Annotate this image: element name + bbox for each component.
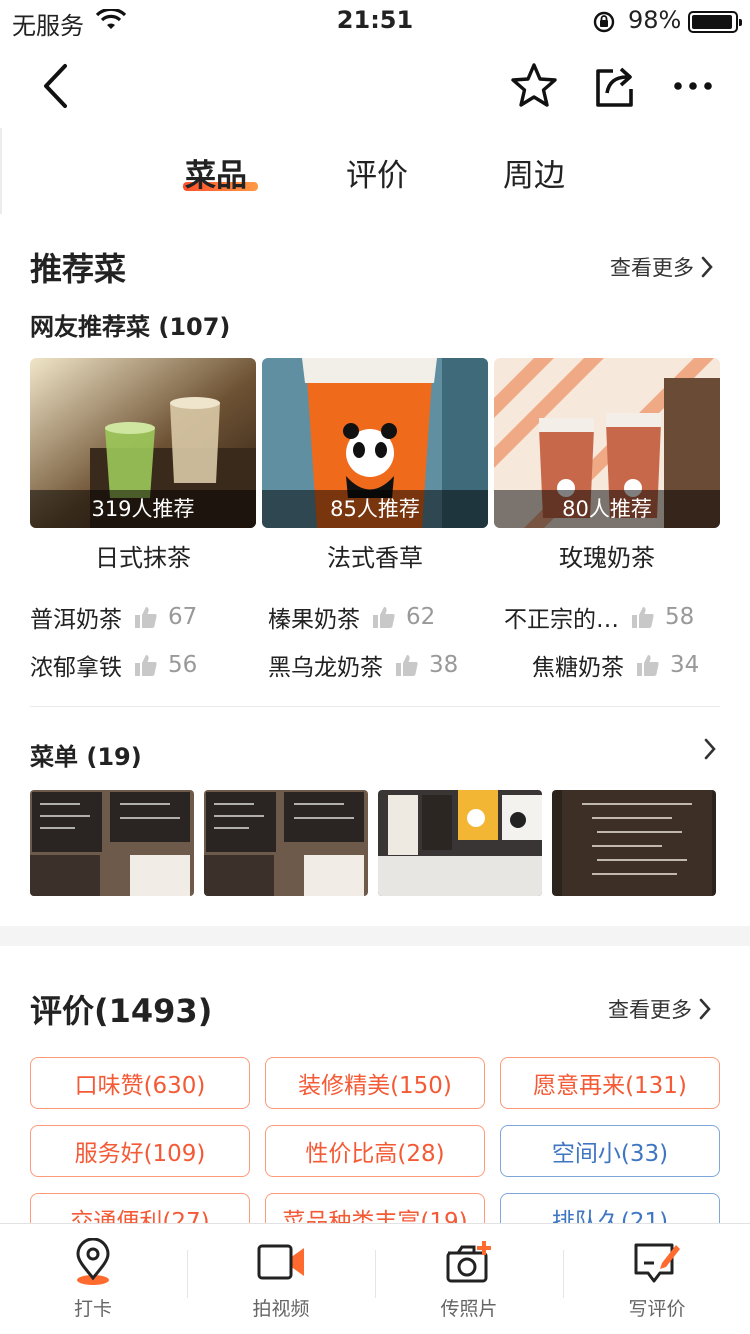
thumbs-up-icon (632, 607, 654, 628)
menu-chevron-right-icon[interactable] (703, 738, 717, 760)
ranked-dish-name: 榛果奶茶 (268, 607, 360, 633)
dish-name: 法式香草 (327, 544, 423, 572)
favorite-star-icon[interactable] (506, 58, 562, 114)
more-label: 查看更多 (610, 256, 694, 280)
more-options-icon[interactable] (665, 58, 721, 114)
dish-card[interactable]: 85人推荐 法式香草 (262, 358, 488, 572)
upload-photo-label: 传照片 (440, 1298, 498, 1320)
more-label: 查看更多 (608, 998, 692, 1022)
ranked-dish-name: 焦糖奶茶 (532, 655, 624, 681)
rotation-lock-icon (592, 10, 616, 38)
separator (375, 1250, 376, 1298)
like-count: 34 (670, 652, 700, 678)
ranked-dish-item[interactable]: 浓郁拿铁 56 (30, 648, 197, 682)
ranked-dish-name: 浓郁拿铁 (30, 655, 122, 681)
recommend-more-link[interactable]: 查看更多 (610, 252, 714, 282)
like-count: 38 (429, 652, 459, 678)
thumbs-up-icon (396, 655, 418, 676)
dish-card[interactable]: 80人推荐 玫瑰奶茶 (494, 358, 720, 572)
like-count: 67 (168, 604, 198, 630)
ranked-dish-name: 黑乌龙奶茶 (268, 655, 383, 681)
separator (563, 1250, 564, 1298)
ranked-dish-item[interactable]: 榛果奶茶 62 (268, 600, 435, 634)
thumbs-up-icon (135, 607, 157, 628)
menu-photo[interactable] (552, 790, 716, 896)
separator (187, 1250, 188, 1298)
section-tabs: 菜品 评价 周边 (0, 128, 750, 214)
review-tag[interactable]: 性价比高(28) (265, 1125, 485, 1177)
thumbs-up-icon (637, 655, 659, 676)
user-recommend-subtitle: 网友推荐菜 (107) (30, 313, 231, 341)
tab-reviews[interactable]: 评价 (346, 150, 408, 195)
location-pin-icon (18, 1238, 168, 1286)
battery-icon (688, 11, 742, 33)
menu-photo[interactable] (30, 790, 194, 896)
dish-name: 玫瑰奶茶 (559, 544, 655, 572)
dish-photo: 319人推荐 (30, 358, 256, 528)
dish-recommend-count: 319人推荐 (30, 490, 256, 528)
ranked-dish-name: 普洱奶茶 (30, 607, 122, 633)
top-nav (0, 50, 750, 122)
dish-recommend-count: 85人推荐 (262, 490, 488, 528)
review-tag[interactable]: 空间小(33) (500, 1125, 720, 1177)
review-tag[interactable]: 口味赞(630) (30, 1057, 250, 1109)
dish-photo: 85人推荐 (262, 358, 488, 528)
write-review-icon (582, 1238, 732, 1286)
thumbs-up-icon (373, 607, 395, 628)
write-review-button[interactable]: 写评价 (582, 1238, 732, 1321)
tab-nearby[interactable]: 周边 (503, 150, 565, 195)
camera-add-icon (394, 1238, 544, 1286)
menu-photo[interactable] (204, 790, 368, 896)
review-tag[interactable]: 愿意再来(131) (500, 1057, 720, 1109)
chevron-right-icon (699, 998, 711, 1020)
like-count: 58 (665, 604, 695, 630)
ranked-dish-item[interactable]: 焦糖奶茶 34 (532, 648, 699, 682)
tab-dishes[interactable]: 菜品 (185, 150, 247, 195)
video-camera-icon (206, 1238, 356, 1286)
write-review-label: 写评价 (628, 1298, 686, 1320)
review-tag[interactable]: 服务好(109) (30, 1125, 250, 1177)
like-count: 56 (168, 652, 198, 678)
shoot-video-label: 拍视频 (252, 1298, 310, 1320)
section-separator (0, 926, 750, 946)
checkin-button[interactable]: 打卡 (18, 1238, 168, 1321)
thumbs-up-icon (135, 655, 157, 676)
status-bar: 无服务 21:51 98% (0, 0, 750, 40)
back-icon[interactable] (28, 58, 84, 114)
battery-percent: 98% (628, 6, 682, 34)
ranked-dish-name: 不正宗的… (504, 607, 619, 633)
dish-card[interactable]: 319人推荐 日式抹茶 (30, 358, 256, 572)
reviews-more-link[interactable]: 查看更多 (608, 994, 712, 1024)
shoot-video-button[interactable]: 拍视频 (206, 1238, 356, 1321)
dish-recommend-count: 80人推荐 (494, 490, 720, 528)
review-tag[interactable]: 装修精美(150) (265, 1057, 485, 1109)
reviews-title: 评价(1493) (30, 992, 213, 1030)
ranked-dish-item[interactable]: 黑乌龙奶茶 38 (268, 648, 458, 682)
recommend-title: 推荐菜 (30, 250, 127, 288)
dish-name: 日式抹茶 (95, 544, 191, 572)
share-icon[interactable] (587, 58, 643, 114)
checkin-label: 打卡 (73, 1298, 112, 1320)
upload-photo-button[interactable]: 传照片 (394, 1238, 544, 1321)
dish-photo: 80人推荐 (494, 358, 720, 528)
ranked-dish-item[interactable]: 不正宗的… 58 (504, 600, 694, 634)
bottom-action-bar: 打卡 拍视频 传照片 写评价 (0, 1223, 750, 1334)
like-count: 62 (406, 604, 436, 630)
chevron-right-icon (701, 256, 713, 278)
divider (30, 706, 720, 707)
menu-title: 菜单 (19) (30, 743, 142, 771)
menu-photo[interactable] (378, 790, 542, 896)
ranked-dish-item[interactable]: 普洱奶茶 67 (30, 600, 197, 634)
